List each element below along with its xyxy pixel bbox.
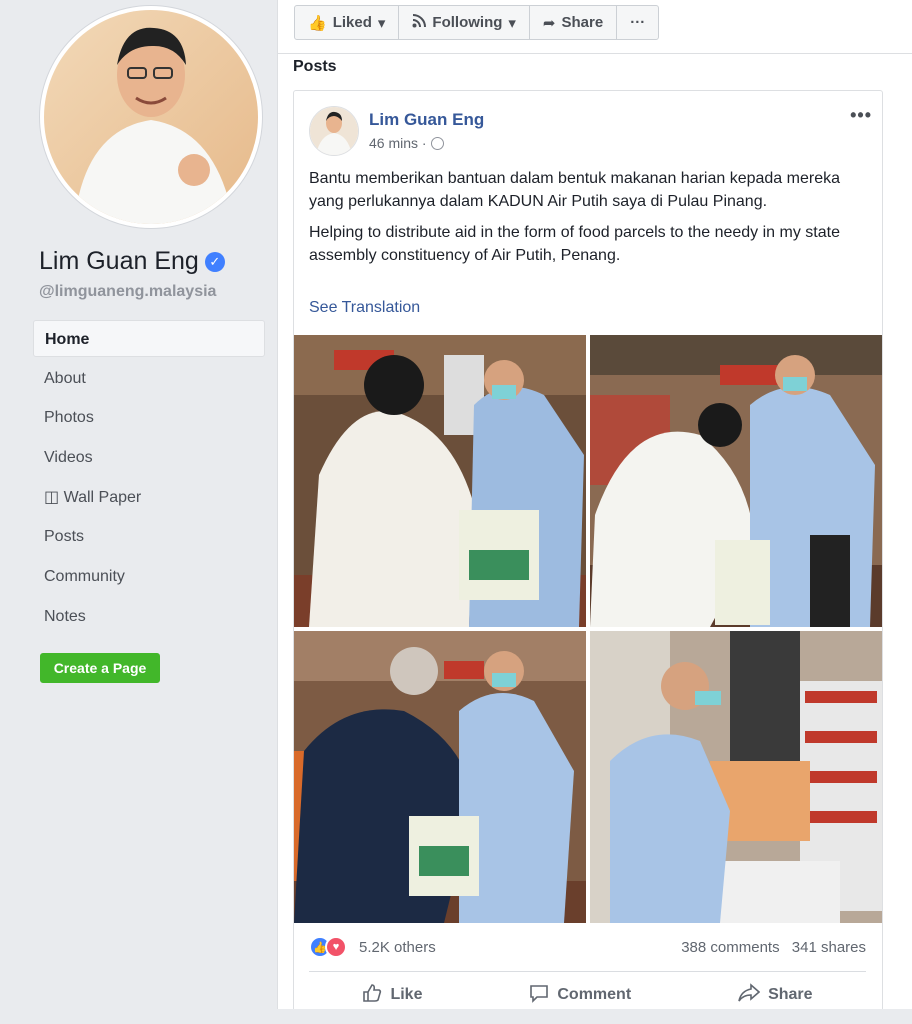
post-photo[interactable] [294, 631, 586, 923]
page-name-text[interactable]: Lim Guan Eng [39, 247, 199, 276]
love-reaction-icon: ♥ [325, 936, 347, 958]
nav-item-home[interactable]: Home [33, 320, 265, 357]
post-photo[interactable] [590, 335, 882, 627]
profile-picture[interactable] [40, 6, 262, 228]
post-photo[interactable] [294, 335, 586, 627]
post-options-icon[interactable]: ••• [850, 105, 872, 126]
globe-icon [430, 136, 444, 150]
post-card: Lim Guan Eng 46 mins · ••• Bantu memberi… [293, 90, 883, 1024]
main-content: 👍 Liked ▾ Following ▾ ➦ Share ··· Posts [277, 0, 912, 1024]
following-label: Following [432, 14, 503, 31]
comment-bubble-icon [529, 983, 549, 1008]
author-avatar[interactable] [309, 106, 359, 156]
post-body: Bantu memberikan bantuan dalam bentuk ma… [309, 167, 869, 275]
nav-item-posts[interactable]: Posts [33, 518, 265, 555]
liked-button[interactable]: 👍 Liked ▾ [295, 6, 400, 39]
post-photo[interactable] [590, 631, 882, 923]
post-meta: 46 mins · [369, 135, 444, 151]
reaction-count[interactable]: 5.2K others [359, 939, 436, 956]
section-title: Posts [293, 58, 337, 75]
nav-item-community[interactable]: Community [33, 558, 265, 595]
divider [278, 53, 912, 54]
more-options-button[interactable]: ··· [617, 6, 658, 39]
nav-item-notes[interactable]: Notes [33, 598, 265, 635]
share-button[interactable]: Share [738, 977, 813, 1013]
rss-icon [412, 13, 427, 32]
comment-button[interactable]: Comment [529, 977, 631, 1013]
create-page-button[interactable]: Create a Page [40, 653, 160, 683]
comment-label: Comment [557, 986, 632, 1003]
engagement-stats: 388 comments 341 shares [673, 939, 866, 956]
reactions-row: 👍 ♥ 5.2K others 388 comments 341 shares [309, 933, 866, 961]
nav-item-videos[interactable]: Videos [33, 439, 265, 476]
page-nav: Home About Photos Videos ◫ Wall Paper Po… [33, 320, 265, 638]
page-handle[interactable]: @limguaneng.malaysia [39, 283, 216, 301]
reactions-summary[interactable]: 👍 ♥ 5.2K others [309, 936, 436, 958]
post-author[interactable]: Lim Guan Eng [369, 110, 484, 130]
post-text-malay: Bantu memberikan bantuan dalam bentuk ma… [309, 170, 840, 210]
post-text-english: Helping to distribute aid in the form of… [309, 224, 840, 264]
share-label: Share [768, 986, 813, 1003]
page-name[interactable]: Lim Guan Eng ✓ [39, 247, 225, 276]
nav-item-photos[interactable]: Photos [33, 399, 265, 436]
comments-count[interactable]: 388 comments [681, 939, 779, 956]
like-button[interactable]: Like [362, 977, 422, 1013]
verified-badge-icon: ✓ [204, 251, 225, 272]
following-button[interactable]: Following ▾ [399, 6, 530, 39]
shares-count[interactable]: 341 shares [792, 939, 866, 956]
like-label: Like [390, 986, 423, 1003]
share-page-button[interactable]: ➦ Share [530, 6, 618, 39]
see-translation-link[interactable]: See Translation [309, 299, 420, 317]
share-arrow-icon: ➦ [542, 14, 556, 32]
post-time[interactable]: 46 mins · [369, 135, 427, 151]
share-label: Share [561, 14, 604, 31]
page-action-bar: 👍 Liked ▾ Following ▾ ➦ Share ··· [294, 5, 660, 40]
page-bottom-strip [0, 1009, 912, 1024]
share-arrow-icon [738, 982, 761, 1008]
liked-label: Liked [332, 14, 372, 31]
photo-grid [294, 335, 882, 923]
post-actions: Like Comment Share [309, 977, 866, 1013]
chevron-down-icon: ▾ [508, 14, 516, 32]
nav-item-wall-paper[interactable]: ◫ Wall Paper [33, 479, 265, 516]
thumbs-up-outline-icon [362, 983, 382, 1008]
thumbs-up-icon: 👍 [308, 14, 327, 32]
left-sidebar: Lim Guan Eng ✓ @limguaneng.malaysia Home… [0, 0, 277, 1024]
chevron-down-icon: ▾ [377, 14, 386, 32]
divider [309, 971, 866, 972]
nav-item-about[interactable]: About [33, 360, 265, 397]
